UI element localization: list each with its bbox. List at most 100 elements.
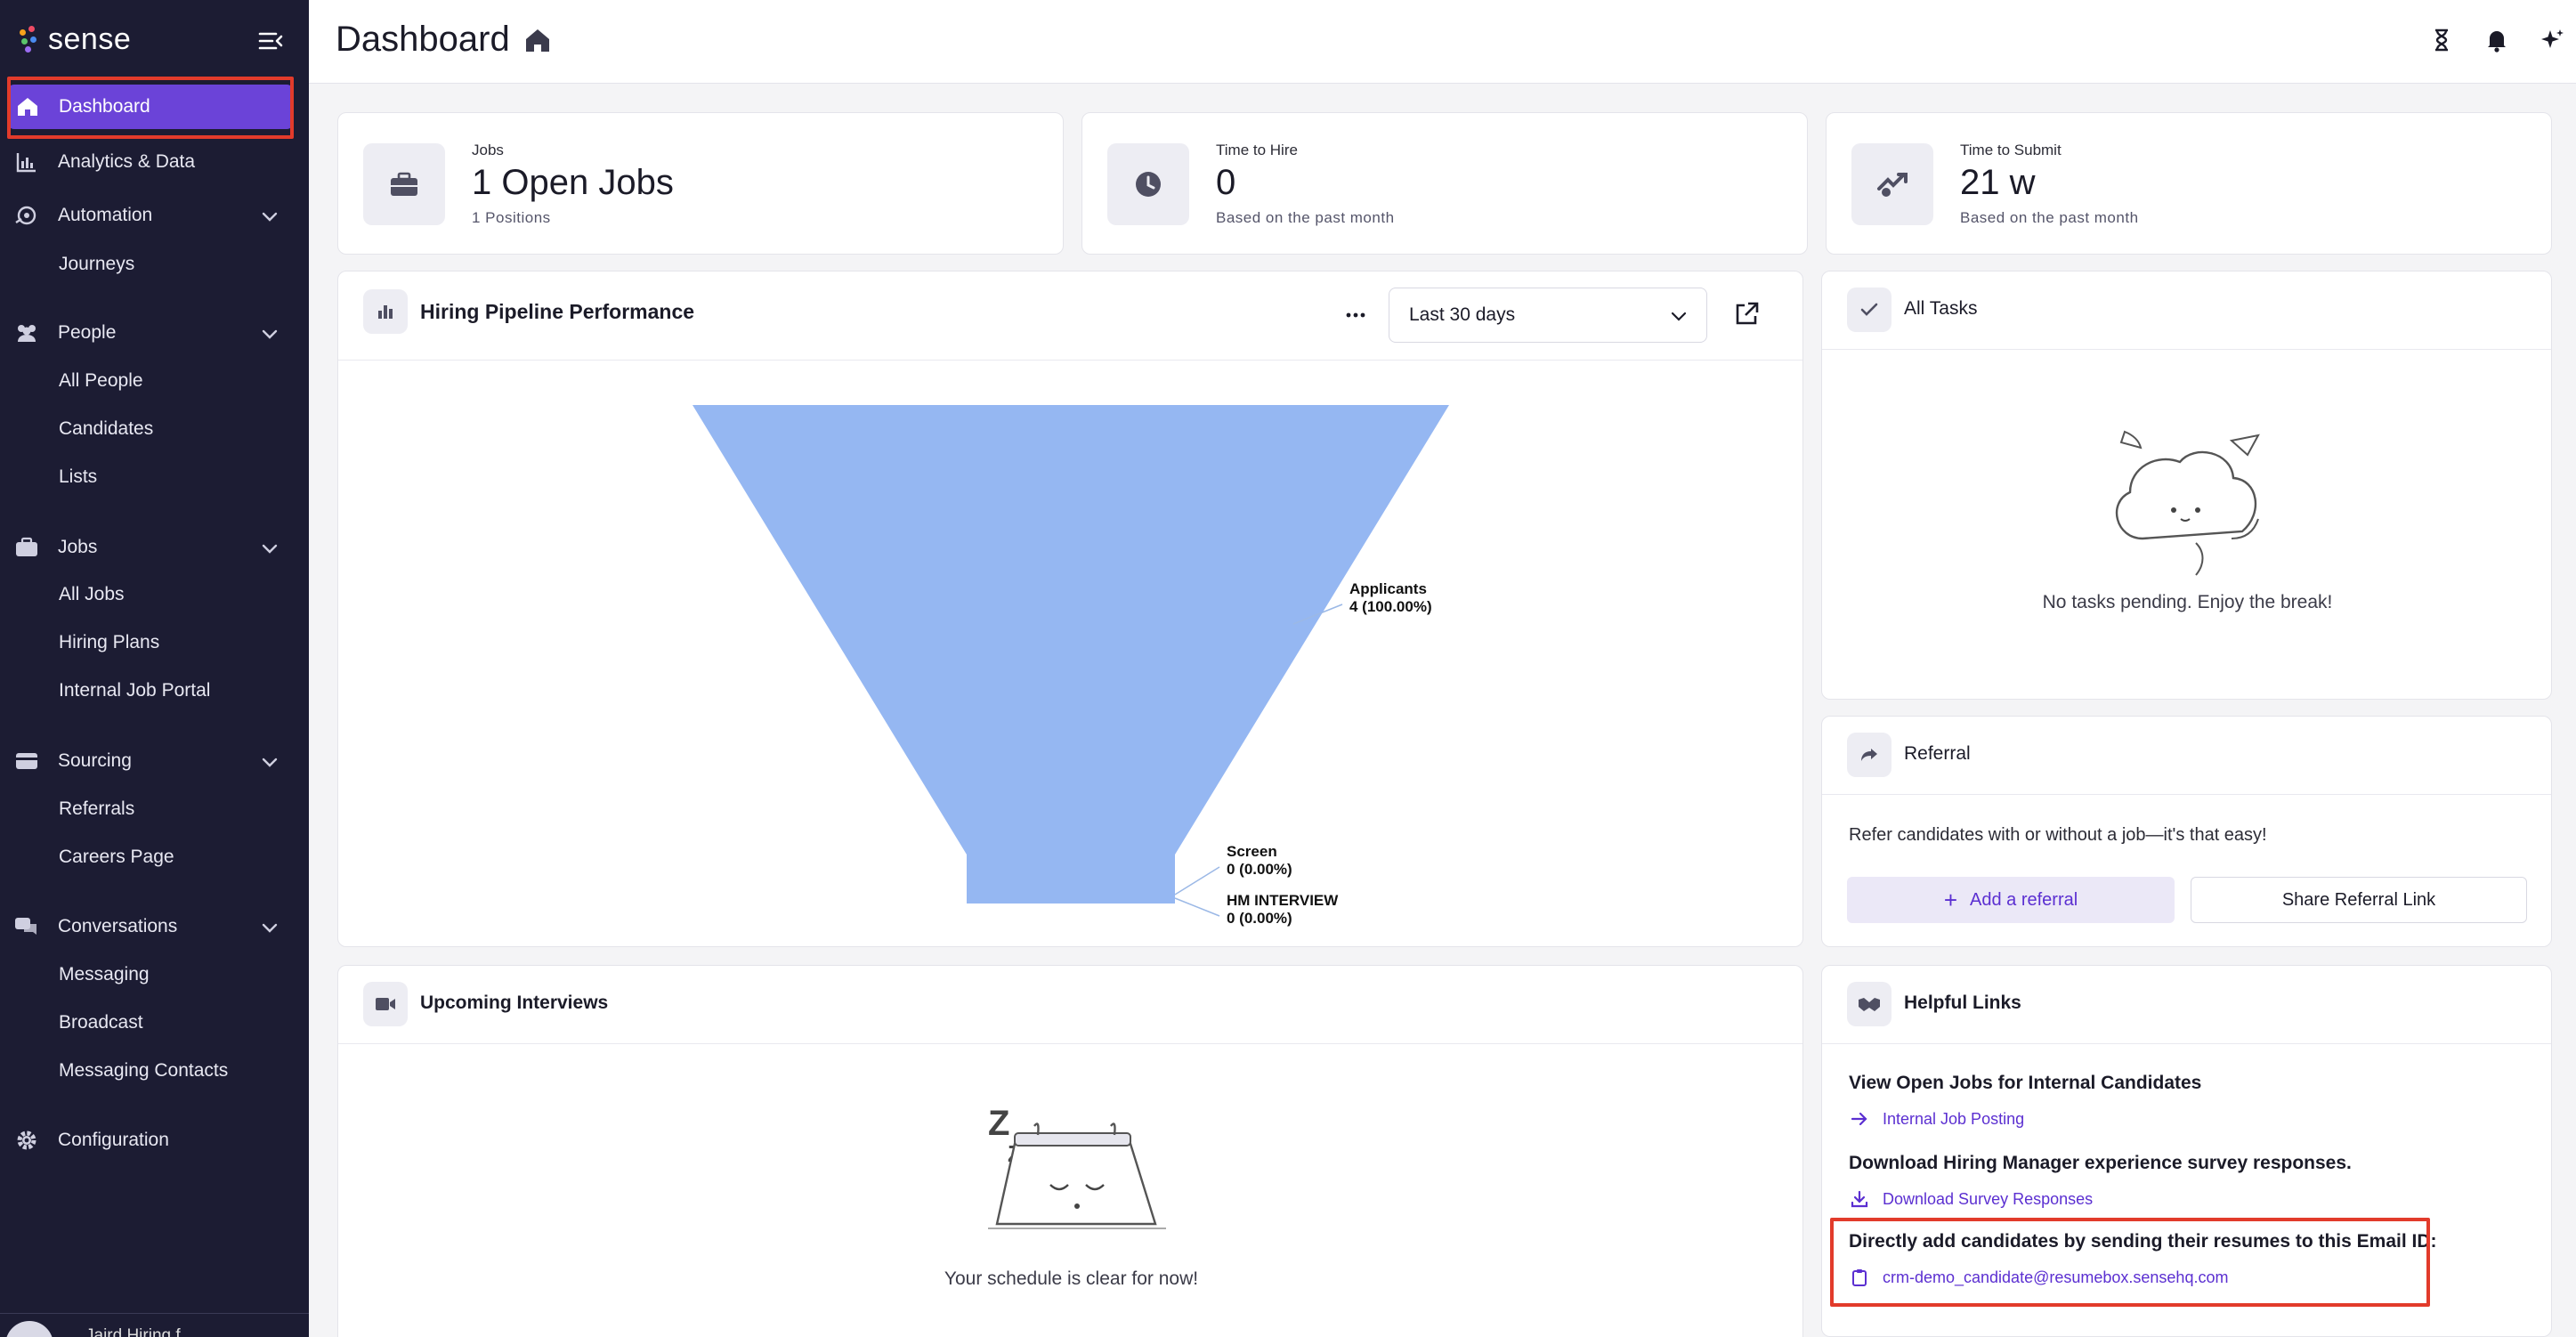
chevron-down-icon[interactable] [260,207,279,226]
stat-sub: Based on the past month [1960,209,2139,226]
stat-card-jobs[interactable]: Jobs 1 Open Jobs 1 Positions [337,112,1064,255]
avatar [5,1321,53,1337]
bell-icon[interactable] [2483,27,2510,53]
add-referral-button[interactable]: + Add a referral [1847,877,2175,923]
user-name: Jaird Hiring f... [85,1326,195,1337]
collapse-sidebar-icon[interactable] [256,27,285,55]
sidebar-item-label: Sourcing [58,750,132,771]
svg-text:Z: Z [988,1104,1009,1143]
stat-sub: Based on the past month [1216,209,1395,226]
funnel-segment-applicants[interactable] [693,405,1449,855]
stat-label: Time to Hire [1216,142,1298,158]
open-external-icon[interactable] [1732,300,1761,328]
download-icon [1849,1188,1870,1210]
gear-icon [13,1127,40,1154]
chevron-down-icon[interactable] [260,752,279,772]
sidebar-item-automation[interactable]: Automation [0,191,309,239]
sidebar-item-hiring-plans[interactable]: Hiring Plans [59,625,159,660]
tasks-empty-text: No tasks pending. Enjoy the break! [2042,592,2333,612]
user-profile[interactable]: Jaird Hiring f... [0,1313,309,1337]
sidebar-item-label: Jobs [58,537,98,557]
sidebar-item-people[interactable]: People [0,309,309,357]
chevron-down-icon[interactable] [260,324,279,344]
stat-value: 0 [1216,163,1236,202]
sidebar-item-analytics[interactable]: Analytics & Data [0,138,309,186]
referral-card: Referral Refer candidates with or withou… [1821,716,2552,947]
sidebar-item-sourcing[interactable]: Sourcing [0,737,309,785]
hiring-pipeline-card: Hiring Pipeline Performance Last 30 days… [337,271,1803,947]
funnel-label-applicants: Applicants [1349,580,1427,597]
sidebar-item-label: People [58,322,117,343]
upcoming-interviews-card: Upcoming Interviews Z Z Your schedule is… [337,965,1803,1337]
sparkle-icon[interactable] [2539,27,2565,53]
card-header: Upcoming Interviews [338,966,1802,1044]
sidebar-item-all-jobs[interactable]: All Jobs [59,577,125,612]
link-heading: Directly add candidates by sending their… [1849,1231,2437,1252]
chevron-down-icon [1671,312,1687,321]
sidebar: sense Dashboard Analytics & Data Automat… [0,0,309,1337]
card-title: Helpful Links [1904,993,2021,1013]
sidebar-item-journeys[interactable]: Journeys [59,247,134,282]
pipeline-funnel-chart: Applicants4 (100.00%)Screen0 (0.00%)HM I… [693,405,1449,927]
all-tasks-card: All Tasks No tasks pending. Enjoy the br… [1821,271,2552,700]
funnel-label-screen: Screen [1227,843,1277,860]
share-referral-link-button[interactable]: Share Referral Link [2191,877,2527,923]
sidebar-item-broadcast[interactable]: Broadcast [59,1005,143,1041]
sidebar-item-dashboard[interactable]: Dashboard [7,85,294,129]
chat-icon [13,913,40,940]
chevron-down-icon[interactable] [260,539,279,558]
sidebar-item-candidates[interactable]: Candidates [59,411,153,447]
handshake-icon [1847,982,1891,1026]
clock-icon [1107,143,1189,225]
link-text: Internal Job Posting [1883,1109,2025,1128]
sidebar-item-configuration[interactable]: Configuration [0,1116,309,1164]
sidebar-item-careers-page[interactable]: Careers Page [59,839,174,875]
sidebar-item-conversations[interactable]: Conversations [0,903,309,951]
interviews-empty-text: Your schedule is clear for now! [944,1268,1199,1289]
brand-logo[interactable]: sense [20,21,131,57]
download-survey-responses-link[interactable]: Download Survey Responses [1849,1188,2093,1210]
sidebar-item-all-people[interactable]: All People [59,363,143,399]
funnel-leader-line-hm-interview [1174,897,1220,917]
bar-chart-icon [363,289,408,334]
sidebar-item-lists[interactable]: Lists [59,459,97,495]
sidebar-item-label: Analytics & Data [58,151,196,172]
sidebar-item-messaging[interactable]: Messaging [59,957,150,993]
stat-label: Jobs [472,142,504,158]
sidebar-item-messaging-contacts[interactable]: Messaging Contacts [59,1053,228,1089]
briefcase-icon [363,143,445,225]
stat-card-time-to-hire[interactable]: Time to Hire 0 Based on the past month [1081,112,1808,255]
link-text: Download Survey Responses [1883,1189,2094,1208]
internal-job-posting-link[interactable]: Internal Job Posting [1849,1108,2024,1130]
sidebar-item-jobs[interactable]: Jobs [0,523,309,571]
sidebar-item-internal-job-portal[interactable]: Internal Job Portal [59,673,210,709]
funnel-value-screen: 0 (0.00%) [1227,861,1292,878]
sourcing-icon [13,748,40,774]
brand-name: sense [48,21,132,56]
people-icon [13,320,40,346]
video-camera-icon [363,982,408,1026]
hourglass-icon[interactable] [2428,27,2455,53]
arrow-right-icon [1849,1108,1870,1130]
automation-icon [13,202,40,229]
page-title: Dashboard [336,20,553,60]
stat-value: 1 Open Jobs [472,163,674,202]
briefcase-icon [13,534,40,561]
share-arrow-icon [1847,733,1891,777]
chevron-down-icon[interactable] [260,918,279,937]
resume-email-link[interactable]: crm-demo_candidate@resumebox.sensehq.com [1849,1267,2228,1288]
stat-card-time-to-submit[interactable]: Time to Submit 21 w Based on the past mo… [1826,112,2552,255]
sleeping-calendar-illustration: Z Z [988,1104,1166,1229]
sidebar-item-referrals[interactable]: Referrals [59,791,134,827]
home-icon [525,28,549,52]
more-options-icon[interactable] [1344,304,1367,327]
card-title: Upcoming Interviews [420,993,609,1013]
card-header: Helpful Links [1822,966,2551,1044]
date-range-select[interactable]: Last 30 days [1389,288,1707,343]
link-heading: Download Hiring Manager experience surve… [1849,1153,2352,1173]
funnel-label-hm-interview: HM INTERVIEW [1227,892,1339,909]
page-title-text: Dashboard [336,20,510,59]
sidebar-item-label: Automation [58,205,153,225]
plus-icon: + [1943,887,1957,913]
submit-icon [1851,143,1933,225]
